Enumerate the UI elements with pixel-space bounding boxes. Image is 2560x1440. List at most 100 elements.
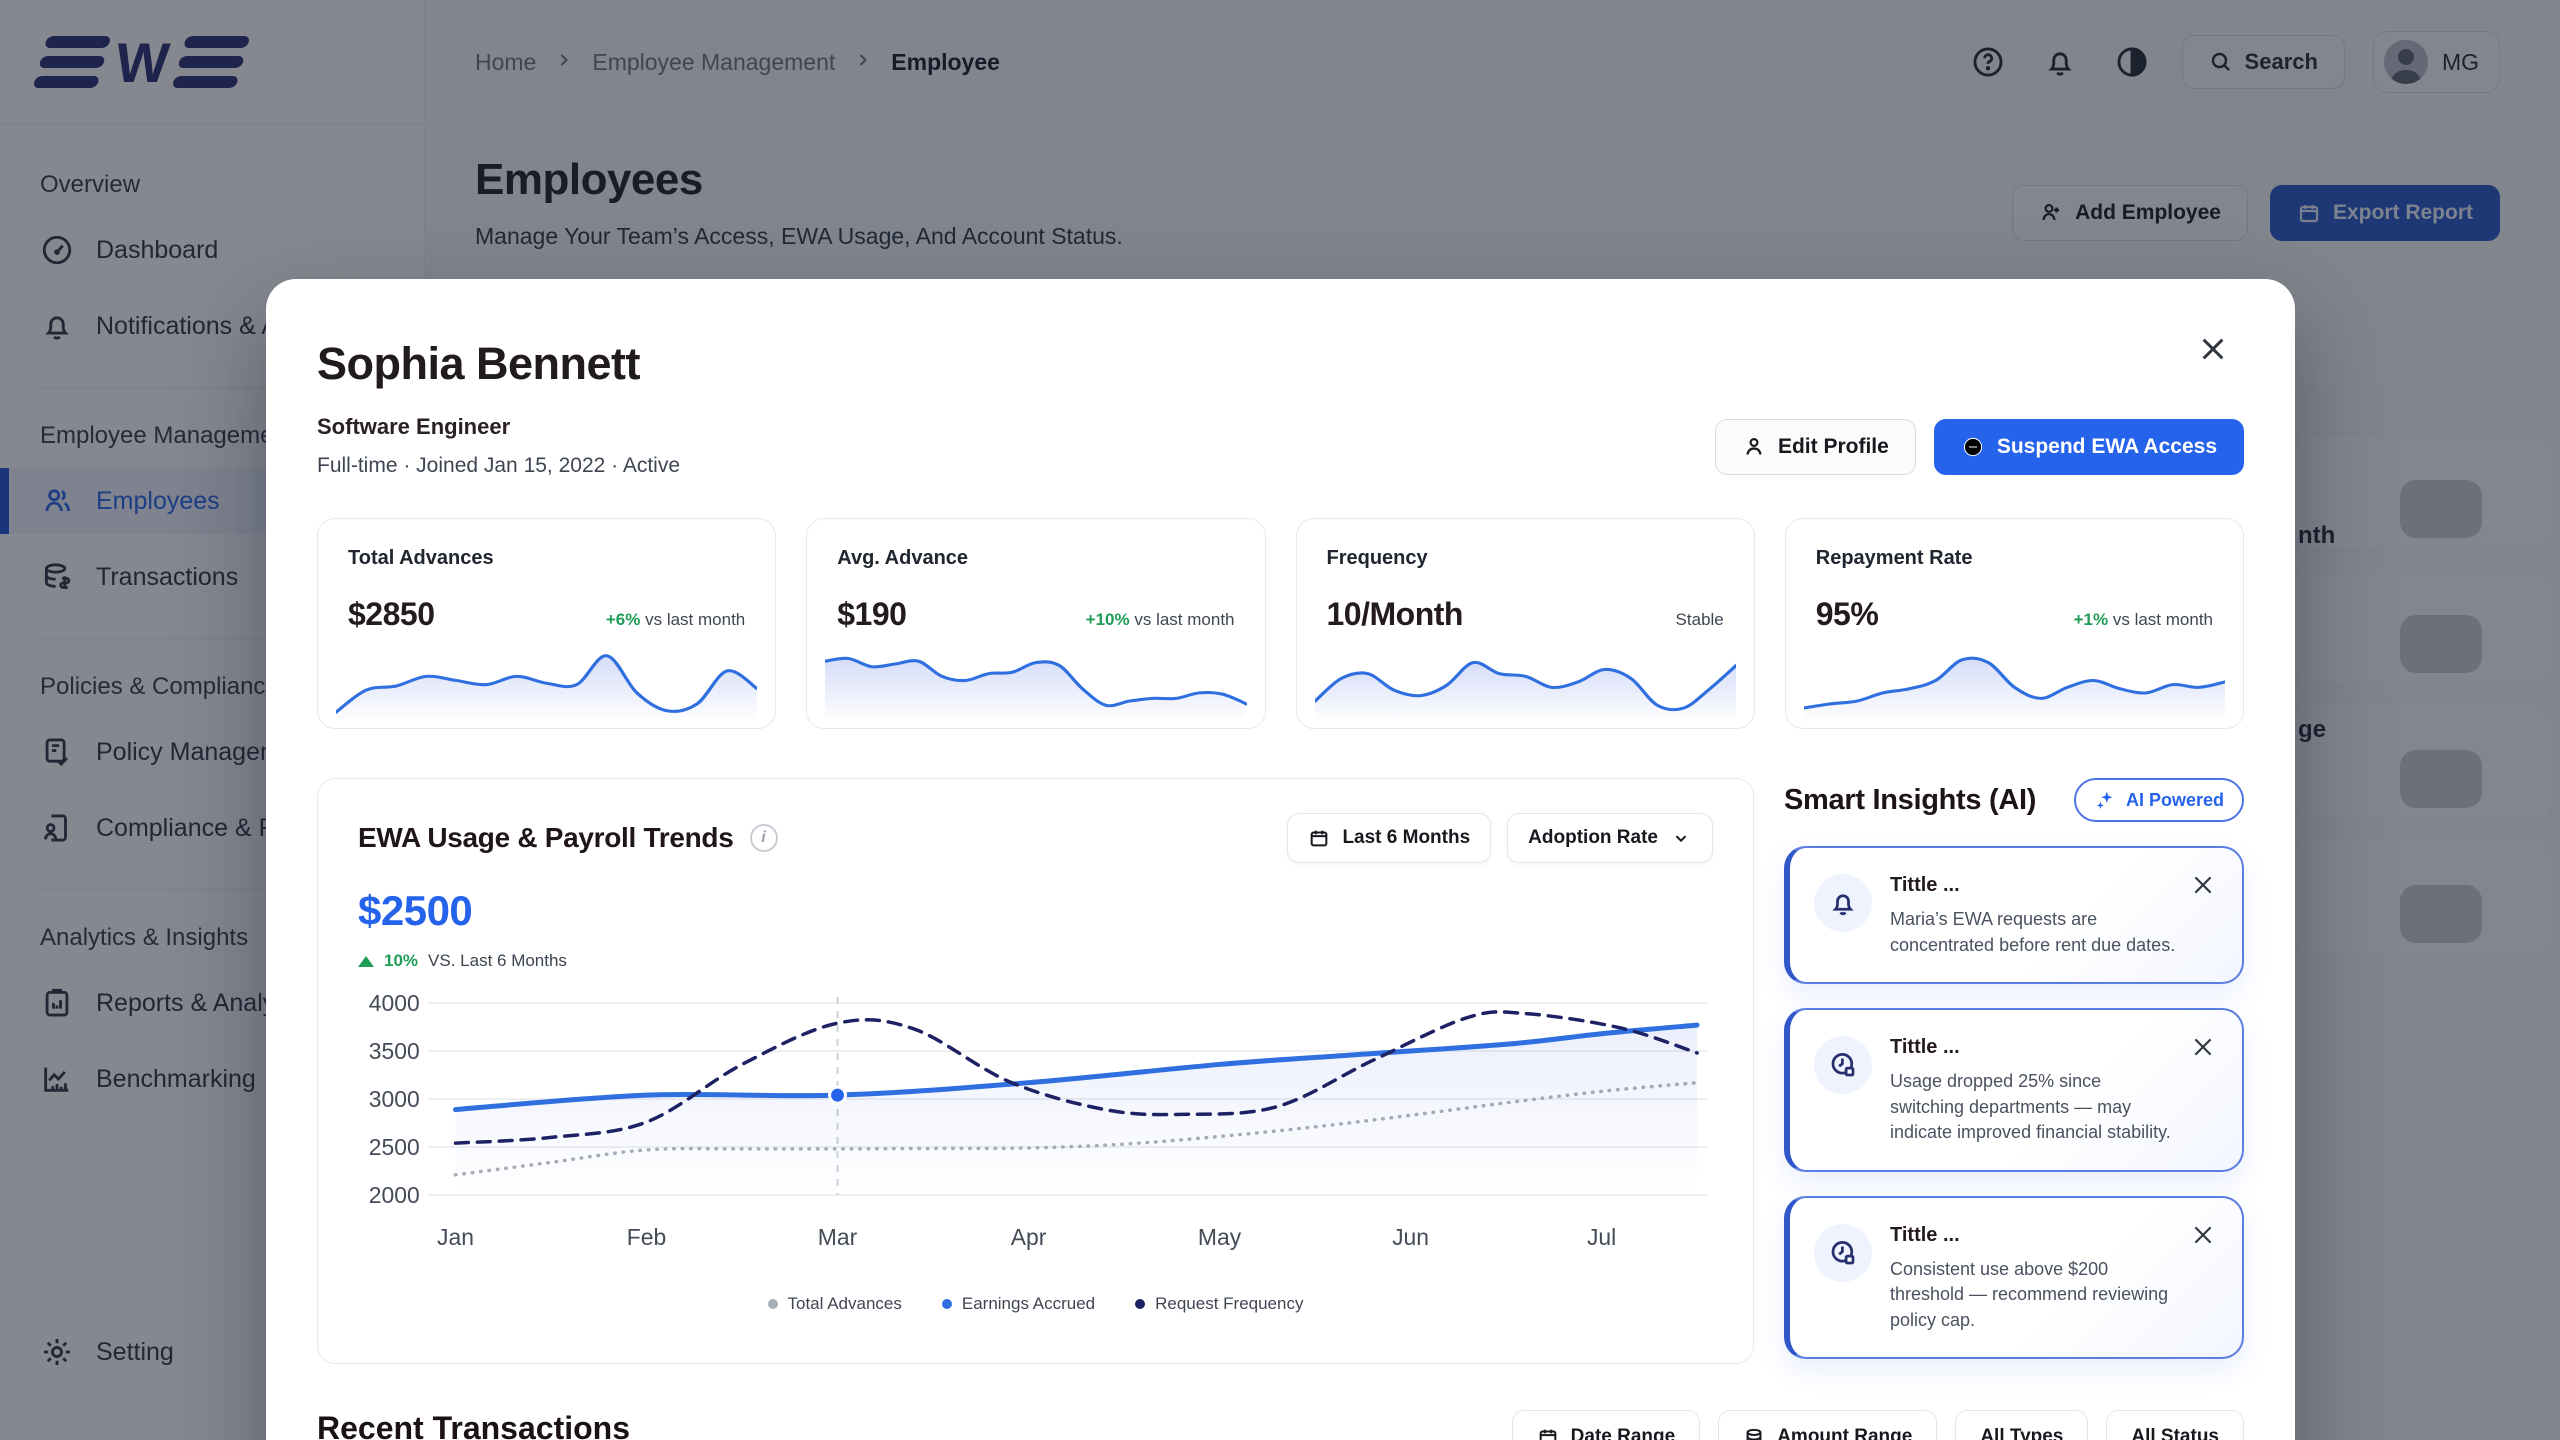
trend-up-icon [358, 956, 374, 967]
trends-line-chart: 40003500300025002000JanFebMarAprMayJunJu… [358, 987, 1713, 1287]
chart-delta-label: VS. Last 6 Months [428, 951, 567, 971]
svg-text:4000: 4000 [369, 990, 420, 1016]
metric-select-label: Adoption Rate [1528, 827, 1658, 849]
filter-label: Amount Range [1777, 1426, 1912, 1440]
svg-text:3000: 3000 [369, 1086, 420, 1112]
filter-label: All Types [1980, 1426, 2063, 1440]
stat-value: 10/Month [1327, 596, 1463, 633]
suspend-ewa-label: Suspend EWA Access [1997, 435, 2217, 459]
filter-all-status[interactable]: All Status [2106, 1410, 2244, 1440]
info-icon[interactable]: i [750, 824, 778, 852]
legend-dot [768, 1299, 778, 1309]
filter-date-range[interactable]: Date Range [1512, 1410, 1701, 1440]
stat-card-total-advances: Total Advances $2850 +6% vs last month [317, 518, 776, 729]
svg-text:Jul: Jul [1587, 1224, 1616, 1250]
ai-powered-badge[interactable]: AI Powered [2074, 778, 2244, 822]
insight-title: Tittle ... [1890, 874, 2176, 897]
stat-title: Frequency [1327, 547, 1724, 570]
close-icon[interactable] [2190, 1034, 2216, 1060]
modal-main-row: EWA Usage & Payroll Trends i Last 6 Mont… [317, 778, 2244, 1364]
calendar-icon [1308, 827, 1330, 849]
legend-dot [1135, 1299, 1145, 1309]
legend-item-request-frequency: Request Frequency [1135, 1294, 1303, 1314]
close-icon[interactable] [2190, 872, 2216, 898]
employee-detail-modal: Sophia Bennett Software Engineer Full-ti… [266, 279, 2295, 1440]
app-root: W OverviewDashboardNotifications & Alert… [0, 0, 2560, 1440]
clock-history-icon [1828, 1238, 1858, 1268]
stat-delta: +1% vs last month [2074, 610, 2213, 630]
stat-value: $2850 [348, 596, 434, 633]
svg-text:Mar: Mar [818, 1224, 858, 1250]
insight-text: Usage dropped 25% since switching depart… [1890, 1069, 2176, 1146]
chart-legend: Total Advances Earnings Accrued Request Fr… [358, 1294, 1713, 1314]
metric-select-button[interactable]: Adoption Rate [1507, 813, 1713, 863]
filter-all-types[interactable]: All Types [1955, 1410, 2088, 1440]
clock-history-icon [1814, 1036, 1872, 1094]
svg-text:Jun: Jun [1392, 1224, 1429, 1250]
bell-icon [1828, 888, 1858, 918]
svg-text:3500: 3500 [369, 1038, 420, 1064]
chevron-down-icon [1670, 827, 1692, 849]
insight-text: Maria’s EWA requests are concentrated be… [1890, 907, 2176, 958]
employee-name: Sophia Bennett [317, 338, 2244, 390]
svg-text:Jan: Jan [437, 1224, 474, 1250]
stat-sparkline [825, 636, 1246, 722]
stat-sparkline [1315, 636, 1736, 722]
insight-title: Tittle ... [1890, 1224, 2176, 1247]
legend-dot [942, 1299, 952, 1309]
chart-delta-pct: 10% [384, 951, 418, 971]
svg-text:Feb: Feb [627, 1224, 666, 1250]
smart-insights-panel: Smart Insights (AI) AI Powered Tittle ..… [1784, 778, 2244, 1359]
svg-text:Apr: Apr [1011, 1224, 1047, 1250]
range-select-label: Last 6 Months [1342, 827, 1470, 849]
insight-card-2: Tittle ... Usage dropped 25% since switch… [1784, 1008, 2244, 1172]
insight-card-3: Tittle ... Consistent use above $200 thre… [1784, 1196, 2244, 1360]
insight-card-1: Tittle ... Maria’s EWA requests are conce… [1784, 846, 2244, 984]
coin-icon [1743, 1426, 1765, 1440]
insight-title: Tittle ... [1890, 1036, 2176, 1059]
stat-card-repayment-rate: Repayment Rate 95% +1% vs last month [1785, 518, 2244, 729]
stat-value: $190 [837, 596, 906, 633]
stat-value: 95% [1816, 596, 1879, 633]
recent-transactions-title: Recent Transactions [317, 1410, 630, 1440]
sparkle-icon [2094, 789, 2116, 811]
stat-delta: +10% vs last month [1086, 610, 1235, 630]
insights-title: Smart Insights (AI) [1784, 784, 2036, 817]
stat-sparkline [336, 636, 757, 722]
close-icon[interactable] [2190, 1222, 2216, 1248]
ai-powered-label: AI Powered [2126, 790, 2224, 811]
edit-profile-label: Edit Profile [1778, 435, 1889, 459]
stat-sparkline [1804, 636, 2225, 722]
filter-label: All Status [2131, 1426, 2219, 1440]
insight-cards: Tittle ... Maria’s EWA requests are conce… [1784, 846, 2244, 1359]
modal-actions: Edit Profile Suspend EWA Access [1715, 419, 2244, 475]
legend-item-earnings-accrued: Earnings Accrued [942, 1294, 1095, 1314]
chart-card: EWA Usage & Payroll Trends i Last 6 Mont… [317, 778, 1754, 1364]
stat-card-avg-advance: Avg. Advance $190 +10% vs last month [806, 518, 1265, 729]
clock-history-icon [1814, 1224, 1872, 1282]
transaction-filters: Date Range Amount Range All Types All Statu… [1512, 1410, 2244, 1440]
svg-text:2500: 2500 [369, 1134, 420, 1160]
chart-highlight-value: $2500 [358, 887, 1713, 935]
stat-title: Avg. Advance [837, 547, 1234, 570]
chart-delta: 10% VS. Last 6 Months [358, 951, 1713, 971]
filter-amount-range[interactable]: Amount Range [1718, 1410, 1937, 1440]
edit-profile-button[interactable]: Edit Profile [1715, 419, 1916, 475]
suspend-ewa-button[interactable]: Suspend EWA Access [1934, 419, 2244, 475]
close-icon[interactable] [2197, 333, 2233, 369]
chart-title: EWA Usage & Payroll Trends [358, 822, 734, 854]
clock-history-icon [1828, 1050, 1858, 1080]
stat-cards-row: Total Advances $2850 +6% vs last month Avg.… [317, 518, 2244, 729]
svg-text:2000: 2000 [369, 1182, 420, 1208]
stat-title: Repayment Rate [1816, 547, 2213, 570]
calendar-icon [1537, 1426, 1559, 1440]
range-select-button[interactable]: Last 6 Months [1287, 813, 1491, 863]
insight-text: Consistent use above $200 threshold — re… [1890, 1257, 2176, 1334]
stat-title: Total Advances [348, 547, 745, 570]
legend-item-total-advances: Total Advances [768, 1294, 902, 1314]
filter-label: Date Range [1571, 1426, 1676, 1440]
bell-icon [1814, 874, 1872, 932]
stat-delta: +6% vs last month [606, 610, 745, 630]
minus-circle-icon [1961, 435, 1985, 459]
person-icon [1742, 435, 1766, 459]
